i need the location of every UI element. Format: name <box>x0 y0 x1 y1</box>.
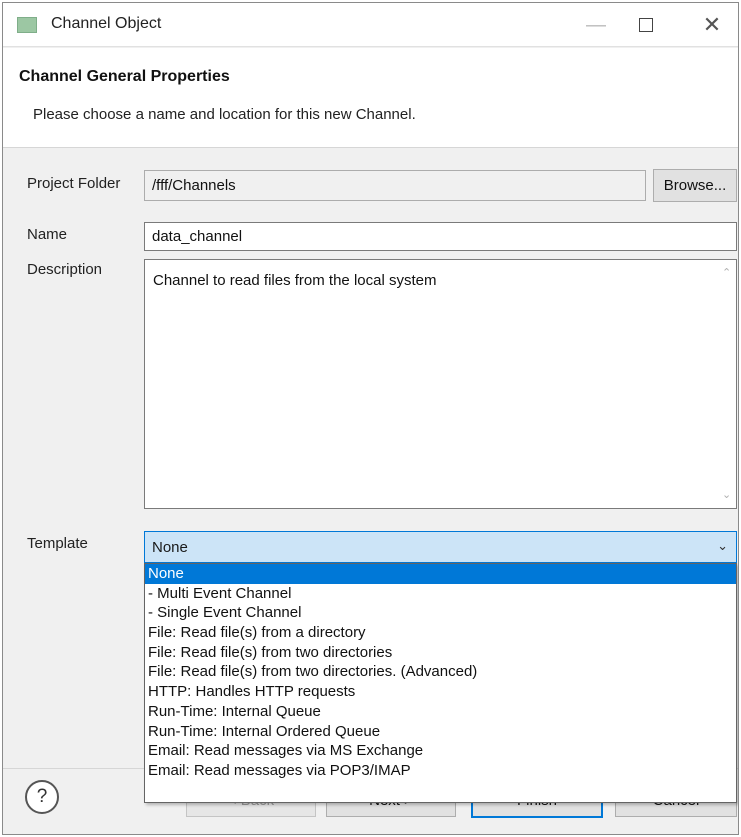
title-bar[interactable]: Channel Object — ✕ <box>3 3 738 47</box>
scroll-up-icon[interactable]: ⌃ <box>722 266 731 279</box>
description-text: Channel to read files from the local sys… <box>153 272 437 289</box>
template-option[interactable]: Run-Time: Internal Ordered Queue <box>145 722 736 742</box>
maximize-icon <box>639 18 653 32</box>
template-option[interactable]: Run-Time: Internal Queue <box>145 702 736 722</box>
template-option[interactable]: Email: Read messages via MS Exchange <box>145 741 736 761</box>
template-label: Template <box>27 535 88 552</box>
template-selected-value: None <box>152 538 188 556</box>
scroll-down-icon[interactable]: ⌄ <box>722 488 731 501</box>
chevron-down-icon[interactable]: ⌄ <box>717 538 728 554</box>
template-option[interactable]: File: Read file(s) from two directories.… <box>145 662 736 682</box>
window-title: Channel Object <box>51 15 162 32</box>
template-option[interactable]: File: Read file(s) from two directories <box>145 643 736 663</box>
channel-object-dialog: Channel Object — ✕ Channel General Prope… <box>2 2 739 835</box>
description-scrollbar[interactable]: ⌃ ⌄ <box>718 260 736 508</box>
maximize-button[interactable] <box>623 3 669 47</box>
template-select[interactable]: None ⌄ <box>144 531 737 563</box>
channel-app-icon <box>17 17 37 33</box>
name-input[interactable]: data_channel <box>144 222 737 251</box>
description-textarea[interactable]: Channel to read files from the local sys… <box>144 259 737 509</box>
minimize-button[interactable]: — <box>573 3 619 47</box>
template-dropdown-list[interactable]: None - Multi Event Channel - Single Event … <box>144 563 737 803</box>
page-description: Please choose a name and location for th… <box>33 106 416 123</box>
description-label: Description <box>27 261 103 278</box>
template-option[interactable]: None <box>145 564 736 584</box>
wizard-header: Channel General Properties Please choose… <box>3 48 738 148</box>
project-folder-field[interactable]: /fff/Channels <box>144 170 646 201</box>
close-button[interactable]: ✕ <box>689 3 735 47</box>
project-folder-label: Project Folder <box>27 175 121 192</box>
help-icon[interactable]: ? <box>25 780 59 814</box>
template-option[interactable]: Email: Read messages via POP3/IMAP <box>145 761 736 781</box>
name-label: Name <box>27 226 68 243</box>
template-option[interactable]: File: Read file(s) from a directory <box>145 623 736 643</box>
template-option[interactable]: - Single Event Channel <box>145 603 736 623</box>
page-title: Channel General Properties <box>19 68 230 85</box>
browse-button[interactable]: Browse... <box>653 169 737 202</box>
template-option[interactable]: HTTP: Handles HTTP requests <box>145 682 736 702</box>
template-option[interactable]: - Multi Event Channel <box>145 584 736 604</box>
